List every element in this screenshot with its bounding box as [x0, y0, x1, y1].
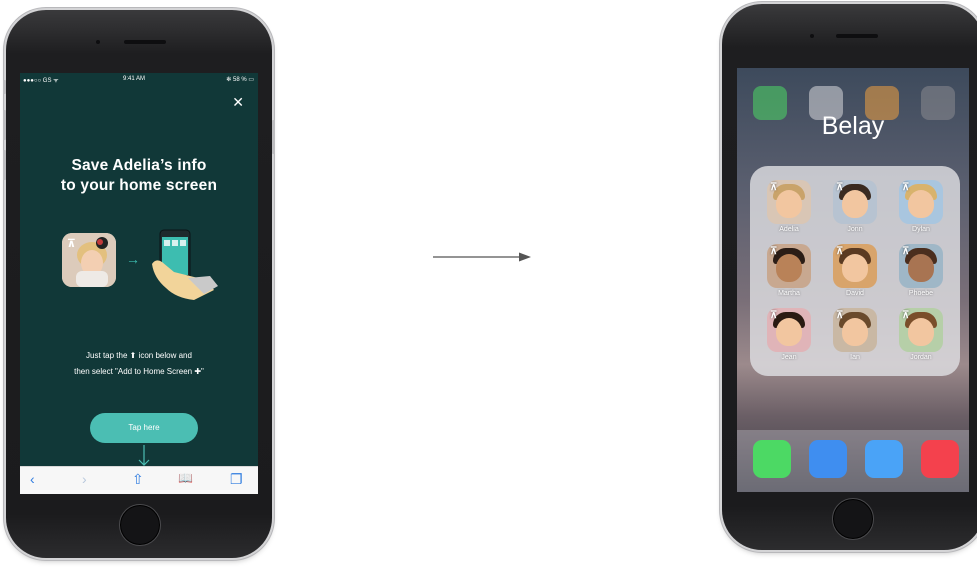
- earpiece-speaker: [836, 34, 878, 38]
- safari-app-icon[interactable]: [865, 440, 903, 478]
- headline-line-1: Save Adelia’s info: [71, 157, 207, 174]
- status-time: 9:41 AM: [123, 76, 146, 82]
- app-label: David: [846, 290, 864, 297]
- app-label: Phoebe: [908, 290, 934, 297]
- hand-holding-phone-icon: [148, 228, 218, 302]
- contact-avatar-icon: ⊼: [899, 180, 943, 224]
- headline-line-2: to your home screen: [60, 177, 218, 194]
- svg-text:⊼: ⊼: [67, 237, 76, 250]
- page-title: Save Adelia’s info to your home screen: [20, 156, 258, 196]
- share-icon[interactable]: ⇧: [132, 471, 144, 488]
- contact-avatar-icon: ⊼: [899, 308, 943, 352]
- app-jordan[interactable]: ⊼ Jordan: [898, 308, 944, 361]
- music-app-icon[interactable]: [921, 440, 959, 478]
- app-phoebe[interactable]: ⊼ Phoebe: [898, 244, 944, 297]
- bookmarks-icon[interactable]: 📖: [178, 471, 193, 485]
- app-label: Jean: [781, 354, 797, 361]
- volume-up-button: [3, 110, 6, 140]
- app-label: Ian: [850, 354, 860, 361]
- instruction-line-1: Just tap the ⬆ icon below and: [86, 351, 192, 360]
- belay-folder: ⊼ Adelia ⊼ Jonn ⊼ Dylan ⊼ Martha ⊼ David…: [750, 166, 960, 376]
- folder-title: Belay: [821, 112, 885, 140]
- forward-icon[interactable]: ›: [82, 471, 87, 487]
- contact-photo-thumbnail: ⊼: [62, 233, 116, 287]
- mail-app-icon[interactable]: [809, 440, 847, 478]
- instruction-text: Just tap the ⬆ icon below and then selec…: [20, 348, 258, 380]
- front-camera: [810, 34, 814, 38]
- app-jean[interactable]: ⊼ Jean: [766, 308, 812, 361]
- contact-avatar-icon: ⊼: [833, 180, 877, 224]
- contact-avatar-icon: ⊼: [899, 244, 943, 288]
- battery-indicator: ✻ 58 % ▭: [226, 77, 254, 83]
- contact-avatar-icon: ⊼: [767, 308, 811, 352]
- flow-arrow-icon: →: [126, 251, 140, 267]
- contact-avatar-icon: ⊼: [767, 180, 811, 224]
- contact-avatar-icon: ⊼: [833, 308, 877, 352]
- status-bar: ●●●○○ GS ᯤ 9:41 AM ✻ 58 % ▭: [20, 73, 258, 85]
- down-arrow-icon: [137, 445, 151, 467]
- app-label: Martha: [778, 290, 800, 297]
- home-button: [119, 504, 161, 546]
- earpiece-speaker: [124, 40, 166, 44]
- app-label: Jonn: [847, 226, 863, 233]
- tap-here-button[interactable]: Tap here: [90, 413, 198, 443]
- close-icon[interactable]: ✕: [232, 95, 244, 109]
- carrier-signal: ●●●○○ GS ᯤ: [23, 78, 59, 84]
- right-screen: Belay ⊼ Adelia ⊼ Jonn ⊼ Dylan ⊼ Martha ⊼…: [737, 68, 969, 492]
- dock: [737, 430, 969, 492]
- right-phone-frame: Belay ⊼ Adelia ⊼ Jonn ⊼ Dylan ⊼ Martha ⊼…: [722, 4, 977, 550]
- app-adelia[interactable]: ⊼ Adelia: [766, 180, 812, 233]
- phone-app-icon[interactable]: [753, 440, 791, 478]
- left-phone-frame: ●●●○○ GS ᯤ 9:41 AM ✻ 58 % ▭ ✕ Save Adeli…: [3, 10, 275, 558]
- contact-avatar-icon: ⊼: [767, 244, 811, 288]
- app-label: Jordan: [910, 354, 932, 361]
- power-button: [272, 120, 275, 154]
- tabs-icon[interactable]: ❐: [230, 471, 243, 488]
- app-martha[interactable]: ⊼ Martha: [766, 244, 812, 297]
- app-ian[interactable]: ⊼ Ian: [832, 308, 878, 361]
- volume-down-button: [3, 150, 6, 180]
- transition-arrow-icon: [433, 252, 531, 262]
- app-dylan[interactable]: ⊼ Dylan: [898, 180, 944, 233]
- app-label: Dylan: [912, 226, 930, 233]
- left-screen: ●●●○○ GS ᯤ 9:41 AM ✻ 58 % ▭ ✕ Save Adeli…: [20, 73, 258, 494]
- back-icon[interactable]: ‹: [30, 471, 35, 487]
- app-jonn[interactable]: ⊼ Jonn: [832, 180, 878, 233]
- app-david[interactable]: ⊼ David: [832, 244, 878, 297]
- front-camera: [96, 40, 100, 44]
- home-button: [832, 498, 874, 540]
- app-label: Adelia: [779, 226, 799, 233]
- safari-toolbar: ‹ › ⇧ 📖 ❐: [20, 466, 258, 494]
- mute-switch: [3, 80, 6, 94]
- contact-avatar-icon: ⊼: [833, 244, 877, 288]
- instruction-line-2: then select "Add to Home Screen ✚": [74, 367, 204, 376]
